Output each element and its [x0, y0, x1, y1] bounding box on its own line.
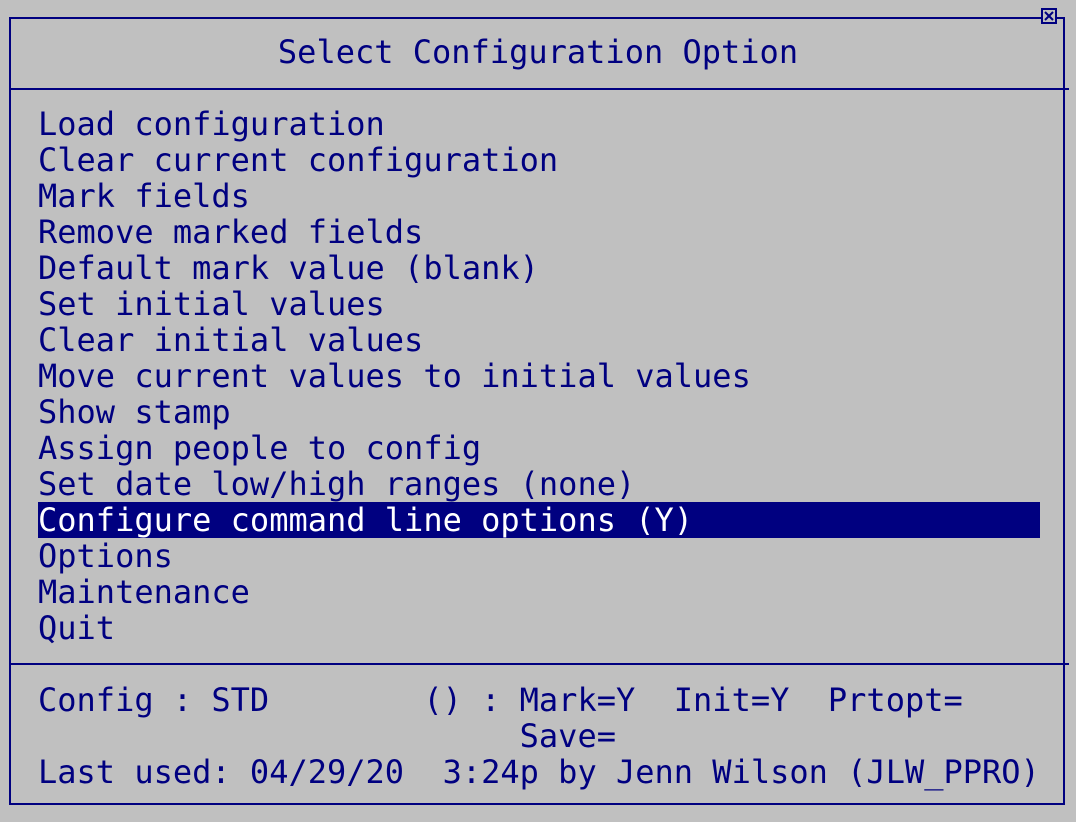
menu-item-remove-marked-fields[interactable]: Remove marked fields — [38, 214, 1040, 250]
menu-item-load-configuration[interactable]: Load configuration — [38, 106, 1040, 142]
menu-item-set-initial-values[interactable]: Set initial values — [38, 286, 1040, 322]
menu-item-set-date-ranges[interactable]: Set date low/high ranges (none) — [38, 466, 1040, 502]
menu-item-default-mark-value[interactable]: Default mark value (blank) — [38, 250, 1040, 286]
menu-item-move-current-values[interactable]: Move current values to initial values — [38, 358, 1040, 394]
close-icon — [1044, 11, 1054, 21]
config-option-menu: Load configuration Clear current configu… — [38, 106, 1040, 646]
menu-item-quit[interactable]: Quit — [38, 610, 1040, 646]
menu-item-maintenance[interactable]: Maintenance — [38, 574, 1040, 610]
menu-item-clear-initial-values[interactable]: Clear initial values — [38, 322, 1040, 358]
status-config-line: Config : STD () : Mark=Y Init=Y Prtopt= — [38, 681, 963, 719]
menu-item-mark-fields[interactable]: Mark fields — [38, 178, 1040, 214]
close-button[interactable] — [1041, 8, 1057, 24]
dialog-title: Select Configuration Option — [277, 33, 799, 71]
menu-item-show-stamp[interactable]: Show stamp — [38, 394, 1040, 430]
status-save-line: Save= — [38, 717, 616, 755]
menu-item-clear-current-configuration[interactable]: Clear current configuration — [38, 142, 1040, 178]
status-last-used-line: Last used: 04/29/20 3:24p by Jenn Wilson… — [38, 753, 1040, 791]
title-divider — [9, 88, 1069, 90]
menu-item-configure-command-line[interactable]: Configure command line options (Y) — [38, 502, 1040, 538]
menu-item-assign-people[interactable]: Assign people to config — [38, 430, 1040, 466]
status-panel: Config : STD () : Mark=Y Init=Y Prtopt= … — [38, 682, 1058, 790]
status-divider — [9, 663, 1069, 665]
menu-item-options[interactable]: Options — [38, 538, 1040, 574]
